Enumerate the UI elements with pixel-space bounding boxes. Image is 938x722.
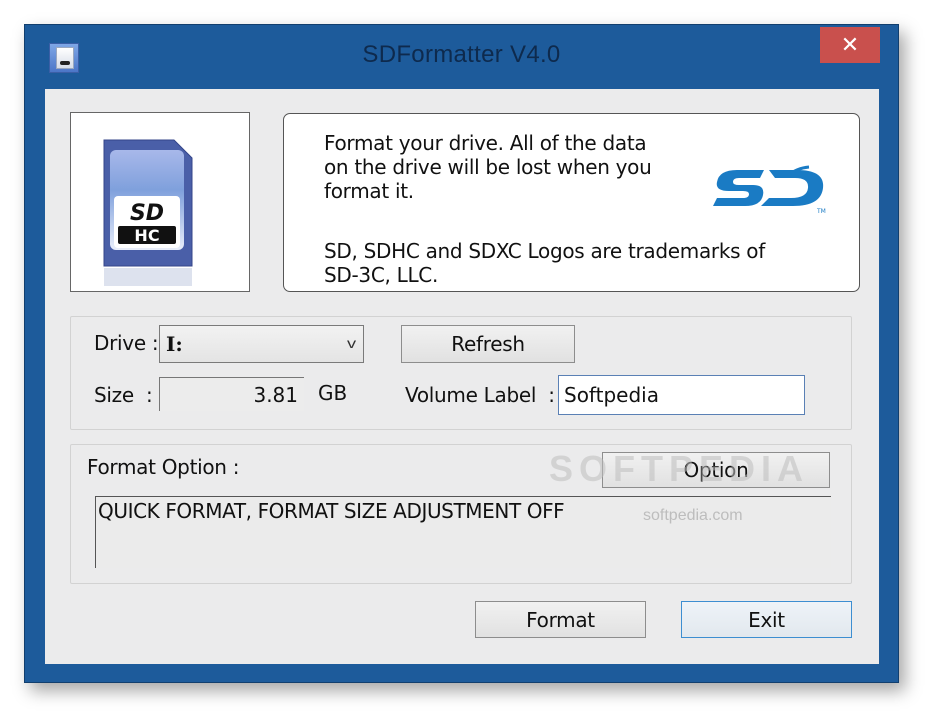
sdformatter-window: SDFormatter V4.0 ✕ SD HC Format your dri… — [24, 24, 899, 683]
chevron-down-icon: v — [346, 335, 357, 351]
window-title: SDFormatter V4.0 — [362, 41, 561, 68]
warning-text: Format your drive. All of the data on th… — [324, 131, 652, 203]
volume-label-label: Volume Label : — [405, 383, 555, 407]
close-icon: ✕ — [840, 32, 860, 57]
volume-label-input[interactable] — [558, 375, 805, 415]
format-option-group: Format Option : Option QUICK FORMAT, FOR… — [70, 444, 852, 584]
sdhc-card-image: SD HC — [70, 112, 250, 292]
exit-button[interactable]: Exit — [681, 601, 852, 638]
sd-logo-icon: TM — [713, 165, 826, 214]
svg-text:HC: HC — [134, 226, 159, 245]
drive-label: Drive : — [94, 331, 159, 355]
format-option-label: Format Option : — [87, 455, 240, 479]
format-option-text: QUICK FORMAT, FORMAT SIZE ADJUSTMENT OFF — [98, 499, 565, 523]
title-bar[interactable]: SDFormatter V4.0 ✕ — [25, 25, 898, 88]
client-area: SD HC Format your drive. All of the data… — [45, 89, 879, 664]
trademark-text: SD, SDHC and SDXC Logos are trademarks o… — [324, 239, 765, 287]
size-field: 3.81 — [159, 377, 304, 411]
format-button[interactable]: Format — [475, 601, 646, 638]
drive-group: Drive : I: v Refresh Size : 3.81 GB Volu… — [70, 316, 852, 430]
size-label: Size : — [94, 383, 153, 407]
size-unit: GB — [318, 381, 348, 405]
option-button[interactable]: Option — [602, 452, 830, 488]
svg-text:TM: TM — [816, 208, 826, 214]
sdhc-card-icon: SD HC — [103, 139, 193, 286]
refresh-button[interactable]: Refresh — [401, 325, 575, 363]
format-option-display: QUICK FORMAT, FORMAT SIZE ADJUSTMENT OFF — [95, 496, 831, 568]
size-value: 3.81 — [253, 383, 298, 407]
close-button[interactable]: ✕ — [820, 27, 880, 63]
drive-select[interactable]: I: v — [159, 325, 364, 363]
info-panel: Format your drive. All of the data on th… — [283, 113, 860, 292]
svg-text:SD: SD — [130, 201, 164, 226]
drive-value: I: — [166, 332, 183, 356]
